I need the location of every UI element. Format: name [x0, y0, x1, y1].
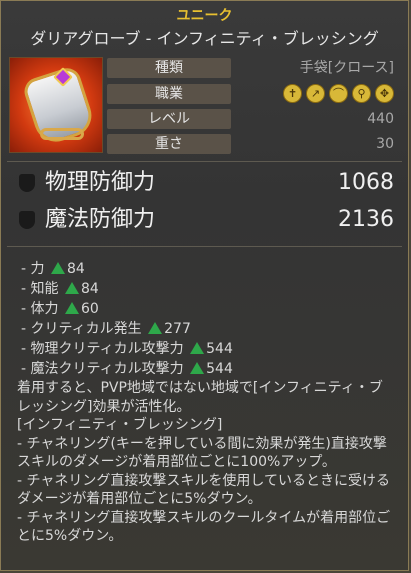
description-line: 着用すると、PVP地域ではない地域で[インフィニティ・ブレッシング]効果が活性化… [17, 380, 383, 415]
stat-bonus-list: - 力 84 - 知能 84 - 体力 60 - クリティカル発生 277 - … [21, 259, 401, 379]
stat-bonus-str: - 力 84 [21, 261, 85, 277]
stat-bonus-phys-crit-dmg: - 物理クリティカル攻撃力 544 [21, 341, 233, 357]
physical-defense-value: 1068 [338, 170, 394, 195]
up-arrow-icon [190, 341, 205, 354]
description-line: - チャネリング直接攻撃スキルを使用しているときに受けるダメージが着用部位ごとに… [17, 472, 390, 508]
bow-class-icon: ⌒ [329, 84, 348, 103]
stat-bonus-crit: - クリティカル発生 277 [21, 321, 191, 337]
cross-class-icon: ✥ [375, 84, 394, 103]
shield-icon [19, 211, 35, 229]
magic-defense-value: 2136 [338, 207, 394, 232]
level-value: 440 [367, 111, 394, 127]
sword-class-icon: ✝ [283, 84, 302, 103]
physical-defense-label: 物理防御力 [45, 170, 156, 195]
description-line: - チャネリング直接攻撃スキルのクールタイムが着用部位ごとに5%ダウン。 [17, 509, 391, 545]
physical-defense-row: 物理防御力 1068 [1, 168, 408, 198]
up-arrow-icon [64, 301, 79, 314]
type-label: 種類 [107, 58, 231, 78]
rarity-label: ユニーク [176, 8, 233, 24]
item-description: 着用すると、PVP地域ではない地域で[インフィニティ・ブレッシング]効果が活性化… [17, 379, 395, 546]
magic-defense-row: 魔法防御力 2136 [1, 205, 408, 235]
staff-class-icon: ⚲ [352, 84, 371, 103]
type-value: 手袋[クロース] [299, 60, 394, 76]
stat-bonus-vit: - 体力 60 [21, 301, 99, 317]
up-arrow-icon [190, 361, 205, 374]
item-tooltip: ユニーク ダリアグローブ - インフィニティ・ブレッシング 種類 手袋[クロース… [0, 0, 409, 571]
description-line: - チャネリング(キーを押している間に効果が発生)直接攻撃スキルのダメージが着用… [17, 435, 387, 471]
magic-defense-label: 魔法防御力 [45, 207, 156, 232]
item-icon [9, 57, 103, 153]
rope-icon [40, 128, 84, 140]
up-arrow-icon [148, 321, 163, 334]
weight-value: 30 [376, 136, 394, 152]
stat-bonus-mag-crit-dmg: - 魔法クリティカル攻撃力 544 [21, 361, 233, 377]
description-line: [インフィニティ・ブレッシング] [17, 417, 223, 433]
divider [7, 161, 402, 162]
up-arrow-icon [64, 281, 79, 294]
divider [7, 246, 402, 247]
item-name: ダリアグローブ - インフィニティ・ブレッシング [30, 29, 379, 48]
up-arrow-icon [50, 261, 65, 274]
class-icons: ✝ ↗ ⌒ ⚲ ✥ [283, 84, 394, 104]
shield-icon [19, 174, 35, 192]
weight-label: 重さ [107, 134, 231, 154]
dagger-class-icon: ↗ [306, 84, 325, 103]
stat-bonus-int: - 知能 84 [21, 281, 99, 297]
level-label: レベル [107, 109, 231, 129]
class-label: 職業 [107, 84, 231, 104]
